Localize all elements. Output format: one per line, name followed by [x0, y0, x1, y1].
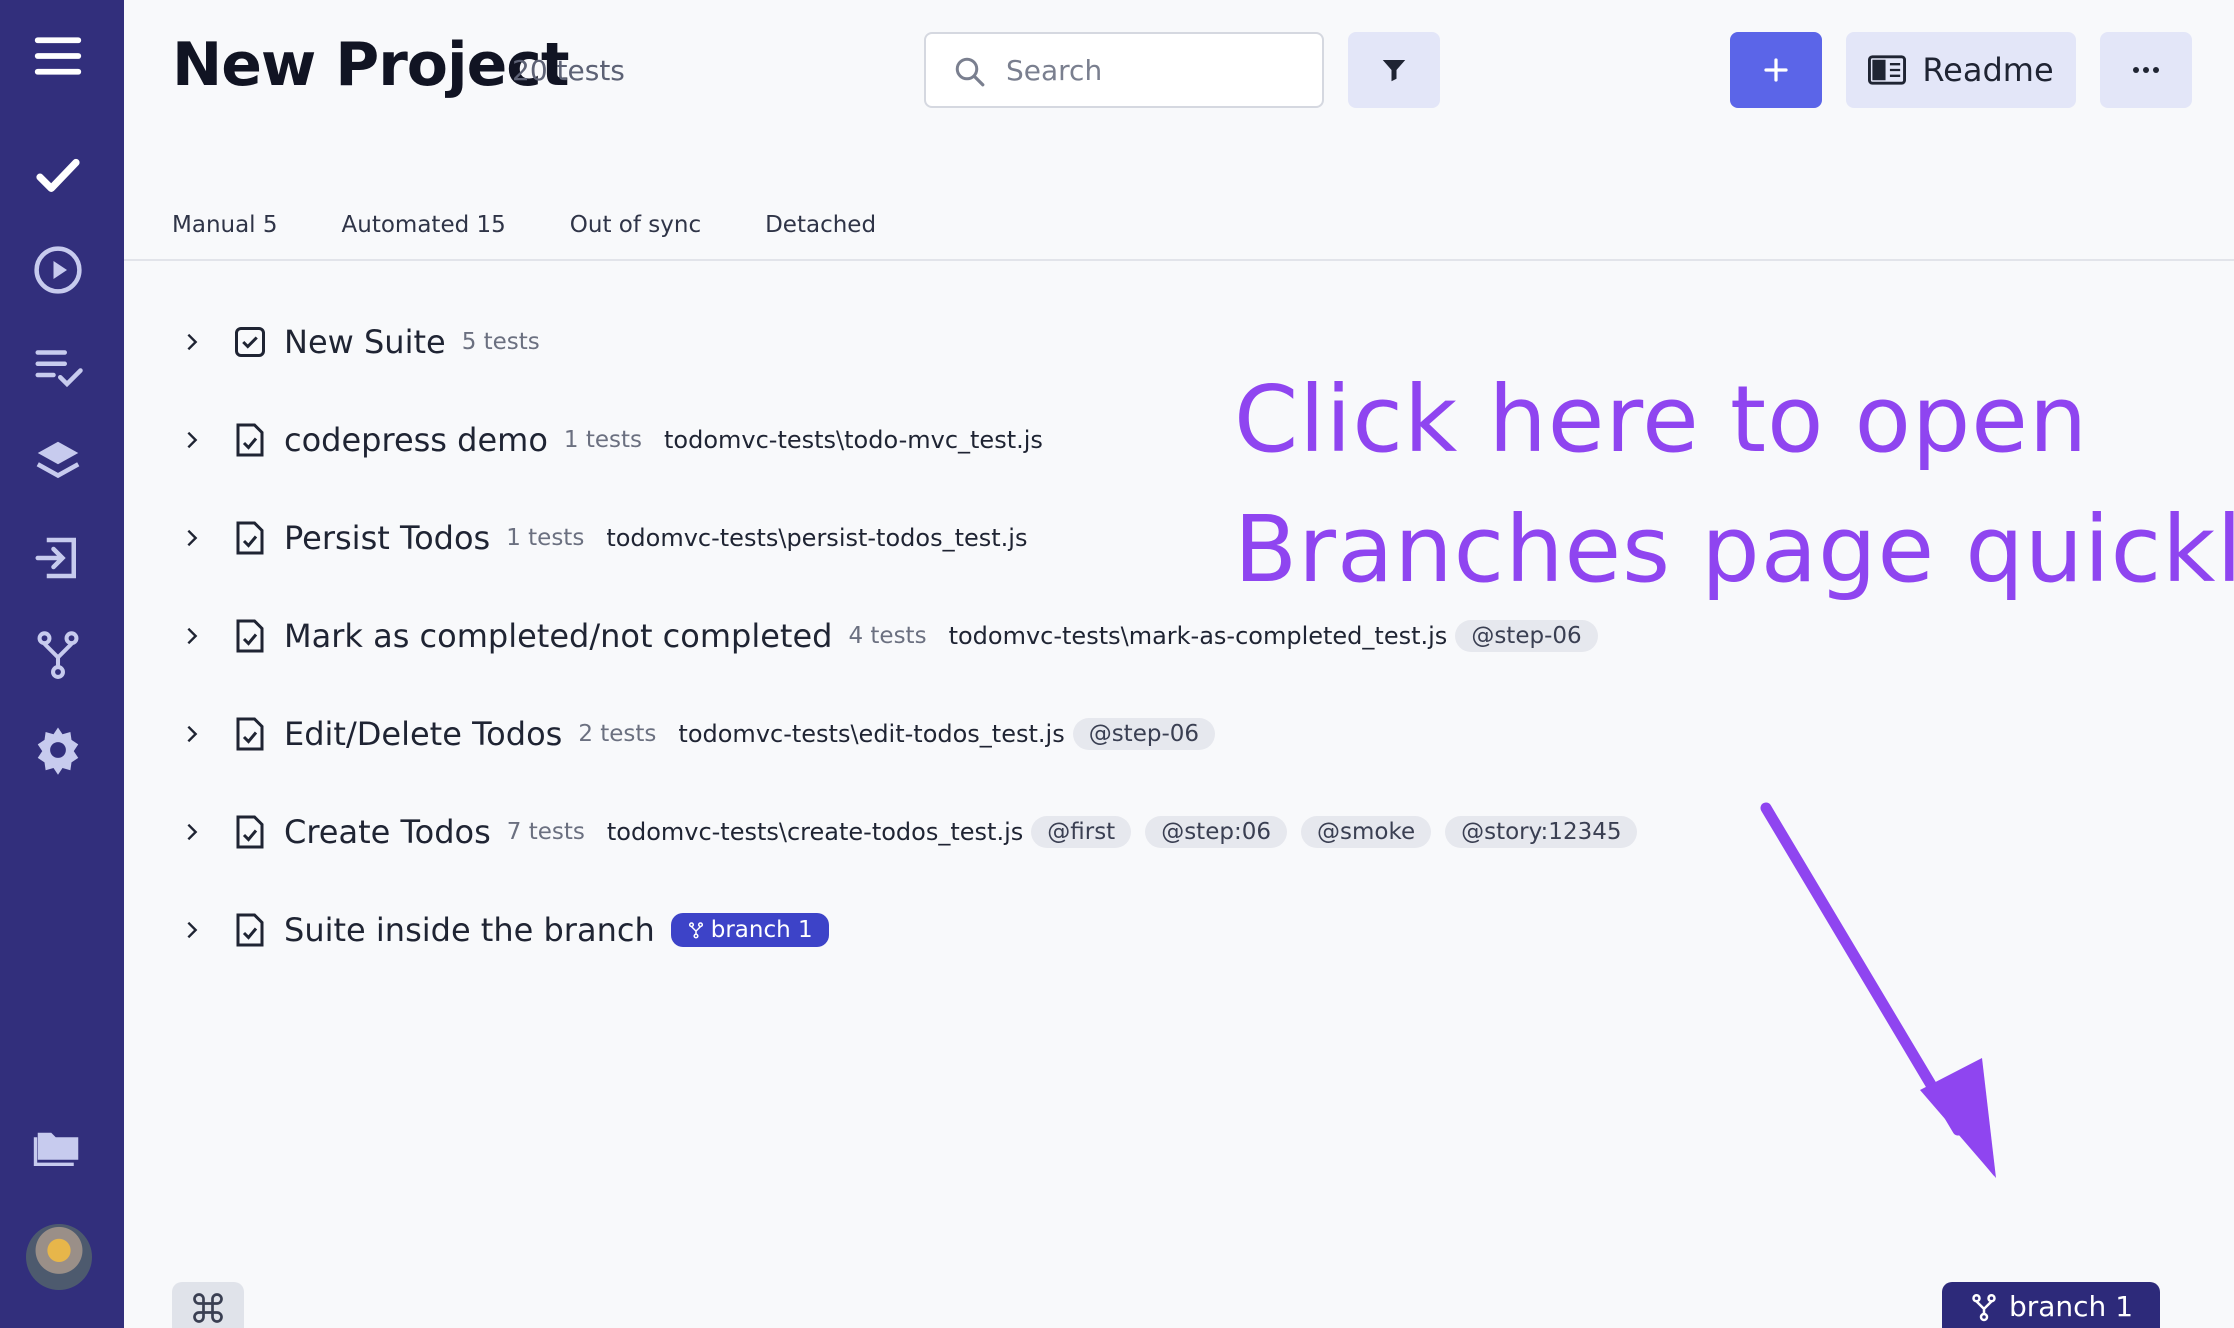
suite-name: codepress demo [284, 421, 548, 459]
sidebar [0, 0, 124, 1328]
suite-tag[interactable]: @story:12345 [1445, 816, 1638, 848]
file-check-icon [230, 420, 270, 460]
search-box[interactable] [924, 32, 1324, 108]
suite-path: todomvc-tests\todo-mvc_test.js [664, 426, 1043, 454]
suite-path: todomvc-tests\create-todos_test.js [606, 818, 1024, 846]
layers-icon[interactable] [28, 432, 88, 492]
suite-name: Suite inside the branch [284, 911, 655, 949]
suite-row[interactable]: Create Todos 7 tests todomvc-tests\creat… [172, 802, 1651, 862]
suite-row[interactable]: Persist Todos 1 tests todomvc-tests\pers… [172, 508, 1035, 568]
suite-row[interactable]: New Suite 5 tests [172, 312, 562, 372]
gear-icon[interactable] [28, 720, 88, 780]
suite-path: todomvc-tests\persist-todos_test.js [606, 524, 1028, 552]
suite-tag[interactable]: @step:06 [1145, 816, 1287, 848]
suite-row[interactable]: Suite inside the branch branch 1 [172, 900, 829, 960]
more-icon [2133, 67, 2159, 73]
chevron-right-icon[interactable] [172, 812, 212, 852]
suite-tag[interactable]: @step-06 [1072, 718, 1216, 750]
tab-automated[interactable]: Automated 15 [342, 212, 506, 238]
checkmark-icon[interactable] [28, 146, 88, 206]
menu-icon[interactable] [28, 26, 88, 86]
file-check-icon [230, 518, 270, 558]
tab-bar: Manual 5 Automated 15 Out of sync Detach… [172, 212, 876, 238]
suite-name: Create Todos [284, 813, 491, 851]
suite-count: 7 tests [506, 819, 585, 845]
suite-path: todomvc-tests\mark-as-completed_test.js [948, 622, 1448, 650]
folder-icon[interactable] [28, 1114, 88, 1174]
tab-out-of-sync[interactable]: Out of sync [570, 212, 701, 238]
branch-icon [688, 922, 703, 939]
suite-name: Mark as completed/not completed [284, 617, 833, 655]
suite-tag[interactable]: @step-06 [1455, 620, 1598, 652]
suite-row[interactable]: codepress demo 1 tests todomvc-tests\tod… [172, 410, 1051, 470]
chevron-right-icon[interactable] [172, 714, 212, 754]
suite-row[interactable]: Edit/Delete Todos 2 tests todomvc-tests\… [172, 704, 1229, 764]
suite-name: Edit/Delete Todos [284, 715, 563, 753]
branch-switch-button[interactable]: branch 1 [1942, 1282, 2160, 1328]
chevron-right-icon[interactable] [172, 616, 212, 656]
file-check-icon [230, 714, 270, 754]
play-icon[interactable] [28, 240, 88, 300]
file-check-icon [230, 616, 270, 656]
plus-icon [1764, 58, 1788, 82]
file-check-icon [230, 910, 270, 950]
suite-checkbox-icon [230, 322, 270, 362]
branch-badge[interactable]: branch 1 [670, 913, 829, 947]
file-check-icon [230, 812, 270, 852]
filter-icon [1382, 60, 1406, 82]
annotation-line-1: Click here to open [1234, 366, 2089, 473]
branch-icon [1972, 1293, 1996, 1322]
divider [124, 259, 2234, 261]
suite-tag[interactable]: @smoke [1300, 816, 1432, 848]
suite-count: 2 tests [578, 721, 657, 747]
tab-manual[interactable]: Manual 5 [172, 212, 278, 238]
annotation-arrow-icon [1760, 802, 1996, 1178]
suite-tag[interactable]: @first [1031, 816, 1132, 848]
chevron-right-icon[interactable] [172, 518, 212, 558]
chevron-right-icon[interactable] [172, 420, 212, 460]
suite-name: New Suite [284, 323, 446, 361]
search-icon [955, 57, 985, 87]
tab-detached[interactable]: Detached [765, 212, 876, 238]
command-icon [193, 1293, 223, 1323]
readme-label: Readme [1922, 51, 2054, 89]
branch-icon[interactable] [28, 624, 88, 684]
add-button[interactable] [1730, 32, 1822, 108]
checklist-icon[interactable] [28, 336, 88, 396]
test-count: 20 tests [512, 54, 625, 87]
chevron-right-icon[interactable] [172, 910, 212, 950]
suite-name: Persist Todos [284, 519, 491, 557]
branch-switch-label: branch 1 [2008, 1290, 2134, 1323]
suite-count: 1 tests [563, 427, 642, 453]
page-title: New Project [172, 30, 570, 100]
avatar[interactable] [26, 1224, 92, 1290]
book-icon [1868, 55, 1907, 85]
suite-count: 4 tests [848, 623, 927, 649]
search-input[interactable] [1006, 48, 1306, 92]
filter-button[interactable] [1348, 32, 1440, 108]
suite-row[interactable]: Mark as completed/not completed 4 tests … [172, 606, 1612, 666]
more-button[interactable] [2100, 32, 2192, 108]
suite-count: 1 tests [506, 525, 585, 551]
chevron-right-icon[interactable] [172, 322, 212, 362]
branch-badge-label: branch 1 [710, 917, 813, 943]
command-palette-button[interactable] [172, 1282, 244, 1328]
annotation-line-2: Branches page quickly [1234, 496, 2234, 603]
suite-count: 5 tests [461, 329, 540, 355]
readme-button[interactable]: Readme [1846, 32, 2076, 108]
import-icon[interactable] [28, 528, 88, 588]
suite-path: todomvc-tests\edit-todos_test.js [678, 720, 1065, 748]
